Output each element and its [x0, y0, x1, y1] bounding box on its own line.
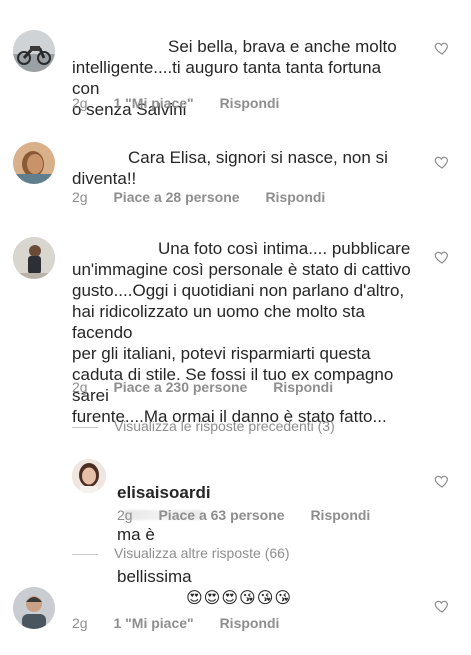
comment-meta: 2g Piace a 28 persone Rispondi: [72, 189, 347, 205]
heart-outline-icon[interactable]: [434, 40, 450, 56]
comment-time: 2g: [72, 379, 88, 395]
emoji-comment: 😍😍😍😘😘😘: [186, 590, 293, 607]
divider: [72, 426, 98, 428]
comment-text: Una foto così intima.... pubblicare un'i…: [72, 239, 411, 426]
portrait-avatar-image: [13, 142, 55, 184]
avatar[interactable]: [13, 587, 55, 629]
reply-text: elisaisoardi ma è bellissima: [117, 461, 417, 587]
comment-time: 2g: [72, 615, 88, 631]
reply-button[interactable]: Rispondi: [310, 507, 370, 523]
reply-button[interactable]: Rispondi: [273, 379, 333, 395]
view-more-label: Visualizza altre risposte (66): [114, 545, 290, 561]
comment-time: 2g: [72, 189, 88, 205]
reply-button[interactable]: Rispondi: [265, 189, 325, 205]
reply-likes[interactable]: Piace a 63 persone: [158, 507, 284, 523]
view-more-replies-button[interactable]: Visualizza altre risposte (66): [72, 545, 290, 561]
reply-username[interactable]: elisaisoardi: [117, 483, 211, 502]
comment-meta: 2g 1 "Mi piace" Rispondi: [72, 95, 301, 111]
avatar[interactable]: [72, 459, 106, 493]
comment-text: Cara Elisa, signori si nasce, non si div…: [72, 148, 388, 188]
elisa-avatar-image: [72, 459, 106, 493]
comment-meta: 2g 1 "Mi piace" Rispondi: [72, 615, 301, 631]
comment-meta: 2g Piace a 230 persone Rispondi: [72, 379, 355, 395]
comment-likes[interactable]: 1 "Mi piace": [113, 615, 193, 631]
avatar[interactable]: [13, 237, 55, 279]
reply-text-a: ma è: [117, 525, 155, 544]
avatar[interactable]: [13, 30, 55, 72]
reply-text-b: bellissima: [117, 567, 192, 586]
comment-likes[interactable]: Piace a 230 persone: [113, 379, 247, 395]
person-avatar-image: [13, 237, 55, 279]
reply-time: 2g: [117, 507, 133, 523]
comment-time: 2g: [72, 95, 88, 111]
view-previous-label: Visualizza le risposte precedenti (3): [114, 418, 335, 434]
man-avatar-image: [13, 587, 55, 629]
view-previous-replies-button[interactable]: Visualizza le risposte precedenti (3): [72, 418, 335, 434]
divider: [72, 553, 98, 555]
heart-outline-icon[interactable]: [434, 154, 450, 170]
comment-likes[interactable]: 1 "Mi piace": [113, 95, 193, 111]
avatar[interactable]: [13, 142, 55, 184]
heart-outline-icon[interactable]: [434, 249, 450, 265]
heart-outline-icon[interactable]: [434, 598, 450, 614]
reply-button[interactable]: Rispondi: [220, 615, 280, 631]
reply-meta: 2g Piace a 63 persone Rispondi: [117, 507, 392, 523]
motorcycle-avatar-image: [13, 30, 55, 72]
reply-button[interactable]: Rispondi: [220, 95, 280, 111]
comment-likes[interactable]: Piace a 28 persone: [113, 189, 239, 205]
heart-outline-icon[interactable]: [434, 473, 450, 489]
